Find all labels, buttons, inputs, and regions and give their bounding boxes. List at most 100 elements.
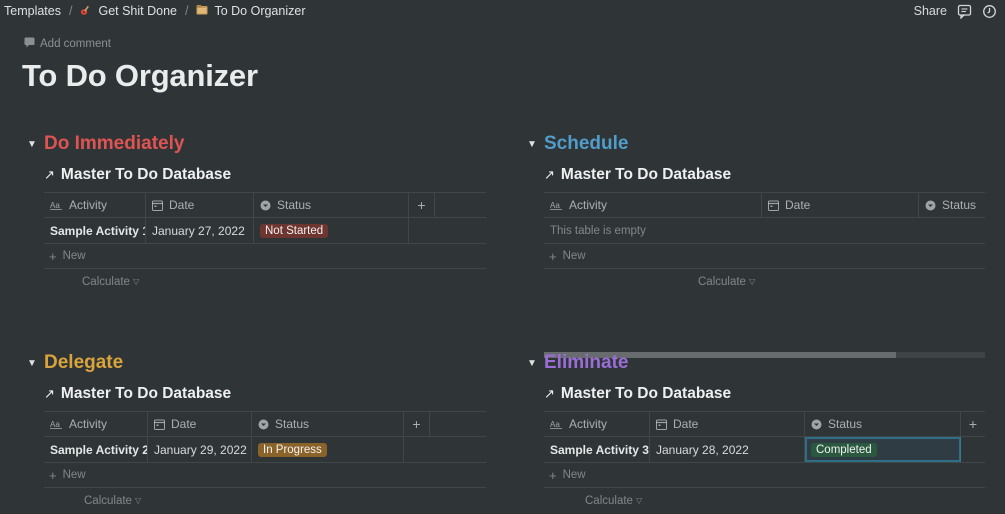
select-property-icon [258,419,269,430]
database-link[interactable]: ↗ Master To Do Database [44,164,469,186]
column-header-activity[interactable]: Aa Activity [44,412,148,436]
table-header-row: Aa Activity Date Status [544,192,985,218]
link-arrow-icon: ↗ [44,167,55,182]
calculate-button[interactable]: Calculate ▽ [44,269,486,294]
cell-status[interactable]: In Progress [252,437,404,462]
table-row[interactable]: Sample Activity 3- January 28, 2022 Comp… [544,437,985,463]
cell-date[interactable]: January 29, 2022 [148,437,252,462]
text-property-icon: Aa [550,419,563,429]
database-table: Aa Activity Date Status + Sample Activit… [544,411,985,513]
page-title[interactable]: To Do Organizer [22,58,258,94]
select-property-icon [260,200,271,211]
cell-status[interactable]: Completed [805,437,961,462]
breadcrumb-to-do-organizer[interactable]: To Do Organizer [196,4,305,18]
plus-icon: + [49,467,57,483]
section-title[interactable]: Delegate [44,352,123,374]
calculate-button[interactable]: Calculate ▽ [544,269,985,294]
column-header-activity[interactable]: Aa Activity [44,193,146,217]
new-row-button[interactable]: + New [44,463,486,488]
column-header-activity[interactable]: Aa Activity [544,412,650,436]
section-title[interactable]: Schedule [544,133,628,155]
database-link[interactable]: ↗ Master To Do Database [544,164,969,186]
breadcrumb-separator: / [68,4,73,18]
add-comment-button[interactable]: Add comment [24,37,111,51]
column-header-status[interactable]: Status [252,412,404,436]
breadcrumb-separator: / [184,4,189,18]
new-row-button[interactable]: + New [544,244,985,269]
column-header-date[interactable]: Date [762,193,919,217]
calendar-icon [154,419,165,430]
svg-text:Aa: Aa [550,420,560,429]
toggle-triangle-icon[interactable]: ▼ [24,358,40,369]
new-row-button[interactable]: + New [44,244,486,269]
status-badge: Not Started [260,223,329,238]
select-property-icon [811,419,822,430]
select-property-icon [925,200,936,211]
cell-activity[interactable]: Sample Activity 1- [44,218,146,243]
section-delegate: ▼ Delegate ↗ Master To Do Database Aa Ac… [24,351,486,513]
toggle-triangle-icon[interactable]: ▼ [524,139,540,150]
database-link[interactable]: ↗ Master To Do Database [544,383,969,405]
database-link[interactable]: ↗ Master To Do Database [44,383,469,405]
column-header-date[interactable]: Date [148,412,252,436]
toggle-triangle-icon[interactable]: ▼ [24,139,40,150]
table-row[interactable]: Sample Activity 2- January 29, 2022 In P… [44,437,486,463]
toggle-triangle-icon[interactable]: ▼ [524,358,540,369]
status-badge: Completed [811,442,877,457]
plus-icon: + [549,248,557,264]
table-row[interactable]: Sample Activity 1- January 27, 2022 Not … [44,218,486,244]
section-schedule: ▼ Schedule ↗ Master To Do Database Aa Ac… [524,132,985,358]
guitar-icon [80,4,92,19]
comments-icon[interactable] [957,4,972,19]
cell-date[interactable]: January 27, 2022 [146,218,254,243]
breadcrumb-templates[interactable]: Templates [4,4,61,18]
database-table: Aa Activity Date Status + Sample Activit… [44,411,486,513]
folder-icon [196,4,208,18]
add-property-button[interactable]: + [404,412,430,436]
text-property-icon: Aa [550,200,563,210]
cell-status[interactable]: Not Started [254,218,409,243]
topbar: Templates / Get Shit Done / To Do Organi… [0,0,1005,22]
section-eliminate: ▼ Eliminate ↗ Master To Do Database Aa A… [524,351,985,513]
share-button[interactable]: Share [914,4,947,18]
column-header-status[interactable]: Status [254,193,409,217]
column-header-status[interactable]: Status [919,193,985,217]
column-header-status[interactable]: Status [805,412,961,436]
calculate-button[interactable]: Calculate ▽ [44,488,486,513]
link-arrow-icon: ↗ [544,167,555,182]
section-title[interactable]: Eliminate [544,352,628,374]
breadcrumb-get-shit-done[interactable]: Get Shit Done [80,4,177,19]
table-header-row: Aa Activity Date Status + [44,411,486,437]
column-header-date[interactable]: Date [146,193,254,217]
empty-table-row: This table is empty [544,218,985,244]
cell-activity[interactable]: Sample Activity 2- [44,437,148,462]
table-header-row: Aa Activity Date Status + [544,411,985,437]
column-header-date[interactable]: Date [650,412,805,436]
link-arrow-icon: ↗ [544,386,555,401]
chevron-down-icon: ▽ [635,496,643,505]
chevron-down-icon: ▽ [748,277,756,286]
section-do-immediately: ▼ Do Immediately ↗ Master To Do Database… [24,132,486,294]
svg-text:Aa: Aa [50,201,60,210]
history-clock-icon[interactable] [982,4,997,19]
status-badge: In Progress [258,442,327,457]
database-table: Aa Activity Date Status + Sample Activit… [44,192,486,294]
table-header-row: Aa Activity Date Status + [44,192,486,218]
add-property-button[interactable]: + [409,193,435,217]
calendar-icon [768,200,779,211]
column-header-activity[interactable]: Aa Activity [544,193,762,217]
calculate-button[interactable]: Calculate ▽ [544,488,985,513]
chevron-down-icon: ▽ [132,277,140,286]
section-title[interactable]: Do Immediately [44,133,184,155]
cell-date[interactable]: January 28, 2022 [650,437,805,462]
link-arrow-icon: ↗ [44,386,55,401]
add-property-button[interactable]: + [961,412,985,436]
empty-table-message: This table is empty [550,224,646,237]
cell-activity[interactable]: Sample Activity 3- [544,437,650,462]
new-row-button[interactable]: + New [544,463,985,488]
plus-icon: + [549,467,557,483]
svg-text:Aa: Aa [550,201,560,210]
chevron-down-icon: ▽ [134,496,142,505]
text-property-icon: Aa [50,419,63,429]
comment-icon [24,37,40,51]
